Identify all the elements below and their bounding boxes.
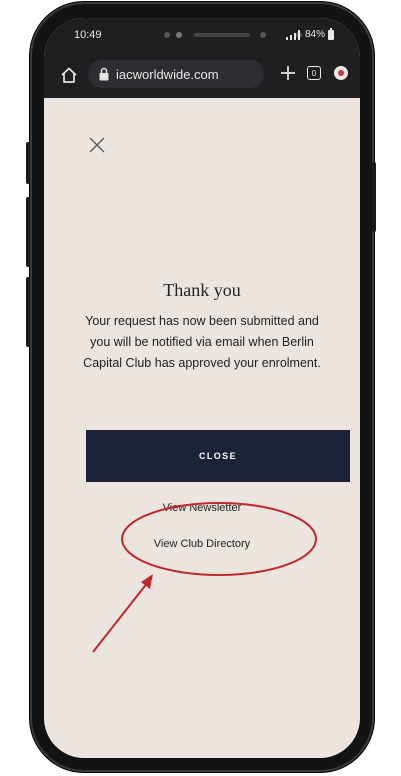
status-indicators: 84% bbox=[285, 27, 334, 40]
menu-icon[interactable] bbox=[334, 66, 348, 80]
view-newsletter-link[interactable]: View Newsletter bbox=[44, 502, 360, 514]
dialog-message: Your request has now been submitted and … bbox=[83, 314, 321, 370]
status-time: 10:49 bbox=[74, 29, 102, 41]
plus-icon[interactable] bbox=[278, 63, 298, 83]
dialog-title: Thank you bbox=[163, 280, 241, 300]
home-icon[interactable] bbox=[60, 66, 78, 84]
confirmation-content: Thank you Your request has now been subm… bbox=[44, 280, 360, 374]
side-button bbox=[372, 162, 376, 232]
phone-screen: 10:49 84% iacworldwide.com 0 Thank you Y… bbox=[44, 18, 360, 758]
lock-icon bbox=[99, 67, 109, 81]
camera-dot bbox=[164, 32, 170, 38]
battery-level: 84% bbox=[304, 29, 325, 40]
url-text: iacworldwide.com bbox=[116, 66, 219, 82]
camera-dot bbox=[260, 32, 266, 38]
camera-bar bbox=[194, 33, 250, 37]
side-button bbox=[26, 277, 30, 347]
signal-icon bbox=[285, 29, 302, 40]
close-button[interactable]: CLOSE bbox=[86, 430, 350, 482]
battery-icon bbox=[328, 27, 334, 40]
address-bar[interactable]: iacworldwide.com bbox=[88, 60, 264, 88]
browser-topbar: 10:49 84% iacworldwide.com 0 bbox=[44, 18, 360, 98]
side-button bbox=[26, 197, 30, 267]
stage: 10:49 84% iacworldwide.com 0 Thank you Y… bbox=[0, 0, 401, 776]
camera-dot bbox=[176, 32, 182, 38]
side-button bbox=[26, 142, 30, 184]
view-club-directory-link[interactable]: View Club Directory bbox=[44, 538, 360, 550]
tabs-icon[interactable]: 0 bbox=[307, 66, 321, 80]
close-icon[interactable] bbox=[88, 136, 106, 154]
